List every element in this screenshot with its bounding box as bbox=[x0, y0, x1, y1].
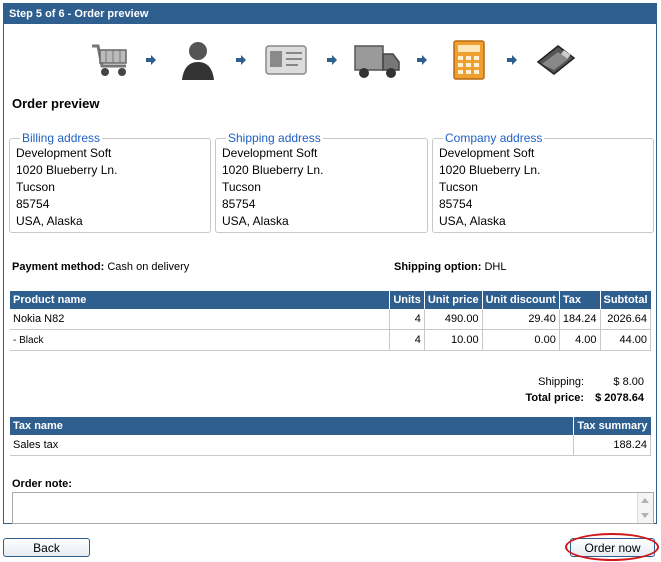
checkout-steps bbox=[4, 32, 656, 92]
id-card-icon bbox=[262, 38, 310, 82]
col-unit-price: Unit price bbox=[423, 291, 483, 309]
shipping-total-row: Shipping: $ 8.00 bbox=[494, 374, 644, 390]
highlight-ring bbox=[565, 533, 659, 561]
shipping-address-line: 85754 bbox=[222, 197, 256, 211]
tax-cell: 184.24 bbox=[558, 309, 600, 330]
company-address-line: USA, Alaska bbox=[439, 214, 506, 228]
col-subtotal: Subtotal bbox=[599, 291, 651, 309]
units-cell: 4 bbox=[389, 329, 425, 351]
arrow-right-icon bbox=[236, 54, 246, 65]
billing-address-line: 1020 Blueberry Ln. bbox=[16, 163, 118, 177]
unit-price-cell: 10.00 bbox=[423, 329, 483, 351]
tax-table: Tax name Tax summary Sales tax 188.24 bbox=[10, 417, 651, 456]
table-row: - Black 4 10.00 0.00 4.00 44.00 bbox=[10, 329, 651, 351]
company-address-line: 85754 bbox=[439, 197, 473, 211]
arrow-right-icon bbox=[507, 54, 517, 65]
shipping-total-value: $ 8.00 bbox=[613, 376, 644, 388]
arrow-right-icon bbox=[327, 54, 337, 65]
payment-method-value: Cash on delivery bbox=[107, 261, 190, 273]
col-units: Units bbox=[389, 291, 425, 309]
company-address-line: Development Soft bbox=[439, 146, 535, 160]
payment-method: Payment method: Cash on delivery bbox=[12, 261, 189, 273]
total-price-row: Total price: $ 2078.64 bbox=[494, 390, 644, 406]
company-address-legend: Company address bbox=[445, 131, 543, 145]
total-price-value: $ 2078.64 bbox=[595, 392, 644, 404]
order-note-label: Order note: bbox=[12, 478, 72, 490]
shipping-address-box: Shipping address Development Soft 1020 B… bbox=[215, 131, 428, 233]
shipping-address-line: Tucson bbox=[222, 180, 261, 194]
products-table: Product name Units Unit price Unit disco… bbox=[10, 291, 651, 351]
billing-address-line: USA, Alaska bbox=[16, 214, 83, 228]
col-tax-summary: Tax summary bbox=[573, 417, 651, 435]
company-address-box: Company address Development Soft 1020 Bl… bbox=[432, 131, 654, 233]
arrow-right-icon bbox=[417, 54, 427, 65]
note-scrollbar[interactable] bbox=[637, 493, 653, 523]
col-product-name: Product name bbox=[10, 291, 390, 309]
step-header: Step 5 of 6 - Order preview bbox=[4, 4, 656, 24]
company-address-line: 1020 Blueberry Ln. bbox=[439, 163, 541, 177]
arrow-right-icon bbox=[146, 54, 156, 65]
shipping-option-value: DHL bbox=[484, 261, 507, 273]
tax-summary-cell: 188.24 bbox=[573, 435, 651, 456]
unit-discount-cell: 0.00 bbox=[481, 329, 560, 351]
shipping-address-line: Development Soft bbox=[222, 146, 318, 160]
unit-discount-cell: 29.40 bbox=[481, 309, 560, 330]
units-cell: 4 bbox=[389, 309, 425, 330]
subtotal-cell: 44.00 bbox=[599, 329, 651, 351]
scroll-down-icon[interactable] bbox=[641, 513, 649, 518]
tax-cell: 4.00 bbox=[558, 329, 600, 351]
billing-address-line: Tucson bbox=[16, 180, 55, 194]
billing-address-box: Billing address Development Soft 1020 Bl… bbox=[9, 131, 211, 233]
billing-address-line: 85754 bbox=[16, 197, 50, 211]
delivery-truck-icon bbox=[353, 38, 401, 82]
shipping-option: Shipping option: DHL bbox=[394, 261, 506, 273]
order-note-textarea[interactable] bbox=[12, 492, 654, 524]
payment-method-label: Payment method: bbox=[12, 261, 105, 273]
subtotal-cell: 2026.64 bbox=[599, 309, 651, 330]
tax-name-cell: Sales tax bbox=[10, 435, 574, 456]
product-name-cell: - Black bbox=[10, 329, 390, 351]
col-tax: Tax bbox=[558, 291, 600, 309]
billing-address-legend: Billing address bbox=[22, 131, 101, 145]
customer-icon bbox=[174, 38, 222, 82]
billing-address-line: Development Soft bbox=[16, 146, 112, 160]
shipping-option-label: Shipping option: bbox=[394, 261, 482, 273]
col-unit-discount: Unit discount bbox=[481, 291, 560, 309]
col-tax-name: Tax name bbox=[10, 417, 574, 435]
shipping-address-legend: Shipping address bbox=[228, 131, 321, 145]
checkout-panel: Step 5 of 6 - Order preview Order previe… bbox=[3, 3, 657, 524]
page-title: Order preview bbox=[12, 96, 100, 111]
unit-price-cell: 490.00 bbox=[423, 309, 483, 330]
company-address-line: Tucson bbox=[439, 180, 478, 194]
back-button[interactable]: Back bbox=[3, 538, 90, 557]
table-row: Nokia N82 4 490.00 29.40 184.24 2026.64 bbox=[10, 309, 651, 330]
shopping-cart-icon bbox=[88, 38, 136, 82]
calculator-icon bbox=[446, 38, 494, 82]
product-name-cell: Nokia N82 bbox=[10, 309, 390, 330]
scroll-up-icon[interactable] bbox=[641, 498, 649, 503]
payment-wallet-icon bbox=[532, 38, 580, 82]
shipping-address-line: 1020 Blueberry Ln. bbox=[222, 163, 324, 177]
order-totals: Shipping: $ 8.00 Total price: $ 2078.64 bbox=[494, 374, 644, 406]
total-price-label: Total price: bbox=[525, 392, 584, 404]
shipping-total-label: Shipping: bbox=[538, 376, 584, 388]
shipping-address-line: USA, Alaska bbox=[222, 214, 289, 228]
table-row: Sales tax 188.24 bbox=[10, 435, 651, 456]
